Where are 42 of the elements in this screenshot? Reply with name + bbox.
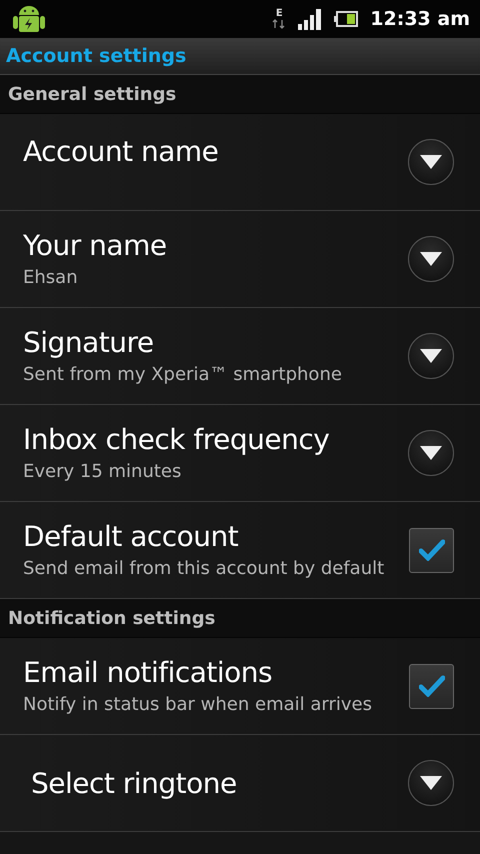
network-type: E — [276, 9, 283, 19]
setting-title: Email notifications — [23, 656, 274, 690]
setting-title: Select ringtone — [31, 766, 238, 800]
data-arrows-icon — [272, 19, 286, 29]
triangle-down-icon — [420, 349, 442, 363]
checkbox[interactable] — [409, 664, 454, 708]
dropdown-button[interactable] — [408, 139, 454, 185]
dropdown-button[interactable] — [408, 333, 454, 379]
setting-title: Signature — [23, 326, 155, 360]
settings-row[interactable]: Signature Sent from my Xperia™ smartphone — [0, 308, 480, 405]
triangle-down-icon — [420, 776, 442, 790]
setting-title: Account name — [23, 134, 220, 168]
dropdown-button[interactable] — [408, 236, 454, 282]
setting-title: Inbox check frequency — [23, 423, 330, 456]
triangle-down-icon — [420, 446, 442, 460]
section-title: General settings — [8, 84, 176, 104]
setting-summary: Sent from my Xperia™ smartphone — [23, 365, 343, 386]
signal-icon — [298, 8, 322, 30]
settings-row[interactable]: Default account Send email from this account by default — [0, 502, 480, 599]
dropdown-button[interactable] — [408, 430, 454, 476]
checkmark-icon — [418, 539, 444, 561]
dropdown-button[interactable] — [408, 760, 454, 806]
setting-title: Default account — [23, 520, 240, 554]
settings-row[interactable]: Inbox check frequency Every 15 minutes — [0, 405, 480, 502]
triangle-down-icon — [420, 155, 442, 169]
clock-time: 12:33 am — [370, 8, 470, 30]
setting-summary: Ehsan — [23, 268, 79, 289]
settings-row[interactable]: Your name Ehsan — [0, 211, 480, 308]
android-battery-icon — [10, 3, 48, 35]
checkbox[interactable] — [409, 528, 454, 572]
setting-summary: Notify in status bar when email arrives — [23, 695, 373, 716]
settings-row[interactable]: Email notifications Notify in status bar when email arrives — [0, 638, 480, 735]
setting-summary: Send email from this account by default — [23, 559, 386, 580]
section-title: Notification settings — [8, 608, 216, 628]
setting-summary: Every 15 minutes — [23, 462, 182, 483]
checkmark-icon — [418, 675, 444, 697]
settings-row[interactable]: Account name — [0, 114, 480, 211]
triangle-down-icon — [420, 252, 442, 266]
battery-icon — [334, 11, 358, 27]
screen-title: Account settings — [6, 45, 186, 67]
settings-row[interactable]: Select ringtone — [0, 735, 480, 832]
setting-title: Your name — [23, 229, 168, 262]
